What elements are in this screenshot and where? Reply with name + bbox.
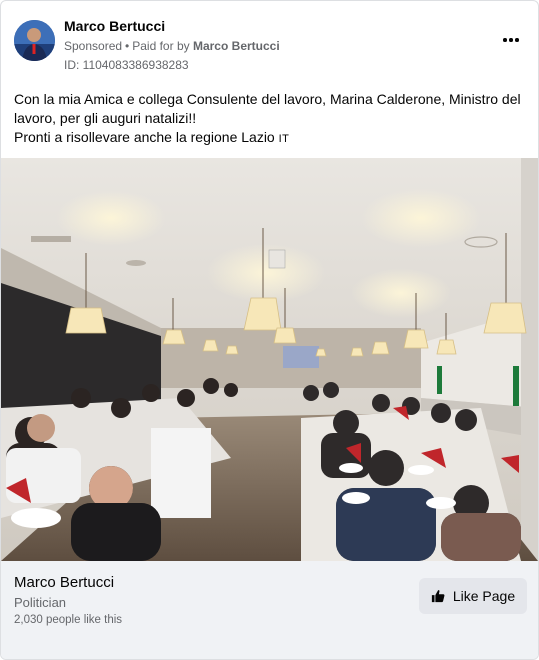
restaurant-dinner-image <box>1 158 538 561</box>
author-name[interactable]: Marco Bertucci <box>64 17 165 35</box>
like-page-label: Like Page <box>452 588 516 604</box>
post-text-line-2-content: Pronti a risollevare anche la regione La… <box>14 129 275 145</box>
post-photo[interactable] <box>1 158 538 561</box>
post-text-line-1: Con la mia Amica e collega Consulente de… <box>14 91 521 126</box>
more-options-button[interactable] <box>498 27 524 53</box>
post-text: Con la mia Amica e collega Consulente de… <box>14 90 524 149</box>
more-horizontal-icon <box>502 38 520 42</box>
post-meta: Marco Bertucci Sponsored • Paid for by Mar… <box>64 17 484 73</box>
like-page-button[interactable]: Like Page <box>419 578 527 614</box>
sponsored-label: Sponsored <box>64 39 123 53</box>
sponsor-line: Sponsored • Paid for by Marco Bertucci <box>64 37 484 55</box>
page-name[interactable]: Marco Bertucci <box>14 574 114 591</box>
page-like-count: 2,030 people like this <box>14 614 123 626</box>
author-avatar[interactable] <box>14 20 55 61</box>
thumbs-up-icon <box>431 590 445 603</box>
ad-card: Marco Bertucci Sponsored • Paid for by Mar… <box>0 0 539 660</box>
page-footer: Marco Bertucci Politician 2,030 people l… <box>1 561 538 659</box>
ad-id: ID: 1104083386938283 <box>64 58 189 72</box>
post-header: Marco Bertucci Sponsored • Paid for by Mar… <box>14 17 524 73</box>
avatar-image <box>14 20 55 61</box>
post-text-line-2: Pronti a risollevare anche la regione La… <box>14 128 524 149</box>
paid-for-label: Paid for by <box>132 39 190 53</box>
page-category: Politician <box>14 595 67 610</box>
italy-flag-icon: IT <box>278 133 290 145</box>
paid-for-name: Marco Bertucci <box>192 39 280 53</box>
separator: • <box>125 39 130 53</box>
